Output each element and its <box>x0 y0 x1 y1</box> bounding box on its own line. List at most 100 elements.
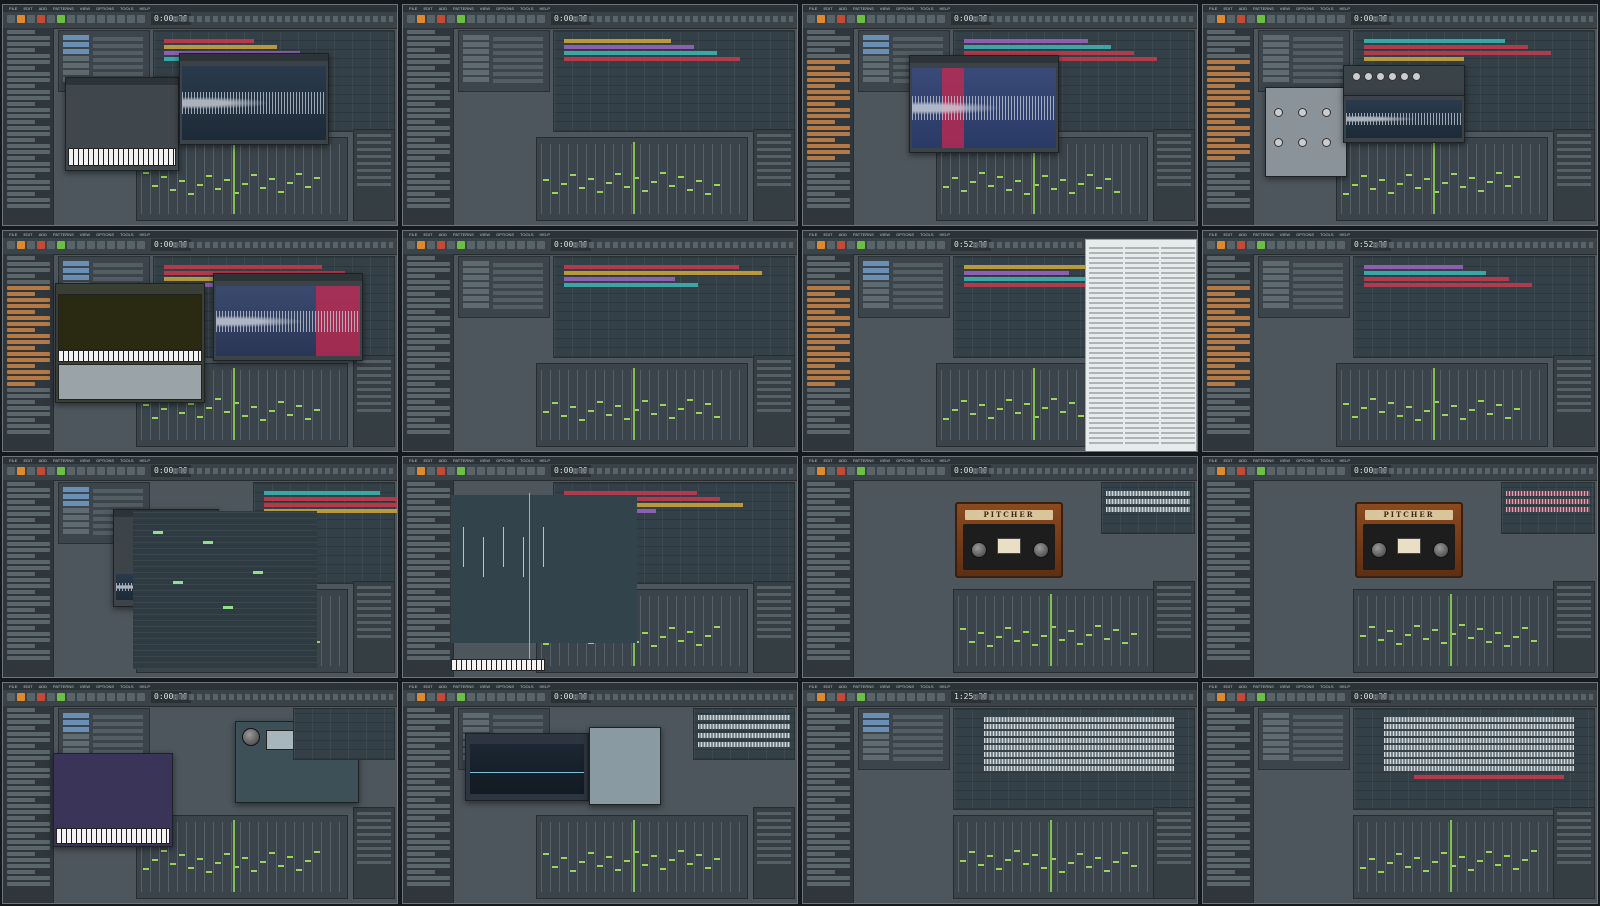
browser-item[interactable] <box>407 518 435 522</box>
browser-item[interactable] <box>1207 60 1250 64</box>
browser-item[interactable] <box>1207 816 1235 820</box>
audio-clip[interactable] <box>984 724 1174 729</box>
mixer-fader[interactable] <box>660 172 666 174</box>
menu-entry[interactable] <box>1125 392 1159 394</box>
toolbar-button[interactable] <box>827 693 835 701</box>
browser-item[interactable] <box>1207 430 1250 434</box>
menu-item[interactable]: FILE <box>407 457 419 464</box>
playlist-clip[interactable] <box>1364 277 1509 281</box>
toolbar-button[interactable] <box>87 467 95 475</box>
menu-item[interactable]: PATTERNS <box>51 457 76 464</box>
browser-item[interactable] <box>1207 536 1235 540</box>
browser-item[interactable] <box>1207 548 1250 552</box>
browser-item[interactable] <box>1207 48 1235 52</box>
browser-item[interactable] <box>7 578 50 582</box>
menu-entry[interactable] <box>1161 332 1195 334</box>
playlist-clip[interactable] <box>564 39 671 43</box>
browser-item[interactable] <box>807 162 850 166</box>
browser-item[interactable] <box>807 810 850 814</box>
insert-slot[interactable] <box>357 141 391 144</box>
toolbar-button[interactable] <box>507 15 515 23</box>
insert-slot[interactable] <box>357 621 391 624</box>
menu-item[interactable]: FILE <box>1207 5 1219 12</box>
eq-curve-line[interactable] <box>470 771 584 773</box>
mixer-fader[interactable] <box>197 858 203 860</box>
mixer-fader[interactable] <box>161 176 167 178</box>
channel-button[interactable] <box>63 63 89 68</box>
channel-button[interactable] <box>863 63 889 68</box>
menu-item[interactable]: EDIT <box>821 457 834 464</box>
insert-slot[interactable] <box>757 819 791 822</box>
browser-item[interactable] <box>1207 828 1250 832</box>
mixer-fader[interactable] <box>1360 635 1366 637</box>
menu-item[interactable]: TOOLS <box>518 683 536 690</box>
browser-item[interactable] <box>807 66 835 70</box>
channel-button[interactable] <box>463 49 489 54</box>
insert-slot[interactable] <box>1557 176 1591 179</box>
toolbar-button[interactable] <box>447 693 455 701</box>
toolbar-button[interactable] <box>417 467 425 475</box>
mixer-insert-panel[interactable] <box>753 129 795 221</box>
mixer-fader[interactable] <box>651 413 657 415</box>
mixer-fader[interactable] <box>1504 855 1510 857</box>
menu-item[interactable]: TOOLS <box>918 683 936 690</box>
toolbar-button[interactable] <box>17 15 25 23</box>
browser-item[interactable] <box>407 566 450 570</box>
browser-item[interactable] <box>7 144 50 148</box>
browser-item[interactable] <box>407 620 450 624</box>
browser-item[interactable] <box>1207 518 1235 522</box>
browser-item[interactable] <box>7 614 50 618</box>
insert-slot[interactable] <box>1157 833 1191 836</box>
mixer-fader[interactable] <box>1023 631 1029 633</box>
mixer-fader[interactable] <box>1360 867 1366 869</box>
browser-item[interactable] <box>407 394 450 398</box>
browser-item[interactable] <box>407 632 450 636</box>
browser-item[interactable] <box>7 84 35 88</box>
audio-editor-window[interactable] <box>179 53 329 145</box>
menu-entry[interactable] <box>1161 307 1195 309</box>
menu-entry[interactable] <box>1161 387 1195 389</box>
mixer-fader[interactable] <box>1415 187 1421 189</box>
mixer-fader[interactable] <box>1468 869 1474 871</box>
mixer-fader[interactable] <box>561 415 567 417</box>
browser-item[interactable] <box>7 162 50 166</box>
toolbar-button[interactable] <box>507 693 515 701</box>
toolbar-button[interactable] <box>887 241 895 249</box>
menu-entry[interactable] <box>1125 262 1159 264</box>
toolbar-button[interactable] <box>17 693 25 701</box>
toolbar-button[interactable] <box>447 467 455 475</box>
mixer-tracks[interactable] <box>1358 822 1550 892</box>
channel-button[interactable] <box>63 56 89 61</box>
mixer-fader[interactable] <box>996 636 1002 638</box>
browser-item[interactable] <box>7 780 35 784</box>
toolbar-button[interactable] <box>1217 241 1225 249</box>
mixer-fader[interactable] <box>969 641 975 643</box>
insert-slot[interactable] <box>757 586 791 589</box>
browser-item[interactable] <box>7 792 50 796</box>
menu-entry[interactable] <box>1125 292 1159 294</box>
toolbar-button[interactable] <box>27 467 35 475</box>
toolbar-button[interactable] <box>67 15 75 23</box>
channel-button[interactable] <box>863 268 889 273</box>
browser-item[interactable] <box>7 626 35 630</box>
mixer-fader[interactable] <box>1504 645 1510 647</box>
insert-slot[interactable] <box>757 141 791 144</box>
insert-slot[interactable] <box>1157 162 1191 165</box>
browser-item[interactable] <box>807 506 850 510</box>
playlist-clip[interactable] <box>1364 265 1463 269</box>
browser-item[interactable] <box>7 400 35 404</box>
vocal-plugin-window[interactable] <box>589 727 661 805</box>
menu-entry[interactable] <box>1089 297 1123 299</box>
toolbar-button[interactable] <box>57 467 65 475</box>
toolbar-button[interactable] <box>1277 241 1285 249</box>
browser-item[interactable] <box>407 364 435 368</box>
channel-rack[interactable] <box>1258 708 1350 770</box>
menu-item[interactable]: TOOLS <box>1318 457 1336 464</box>
menu-entry[interactable] <box>1089 352 1123 354</box>
mixer-fader[interactable] <box>1469 409 1475 411</box>
mixer-fader[interactable] <box>1361 407 1367 409</box>
browser-item[interactable] <box>407 744 435 748</box>
menu-item[interactable]: OPTIONS <box>894 231 916 238</box>
browser-panel[interactable] <box>803 706 854 903</box>
mixer-insert-panel[interactable] <box>1553 807 1595 899</box>
